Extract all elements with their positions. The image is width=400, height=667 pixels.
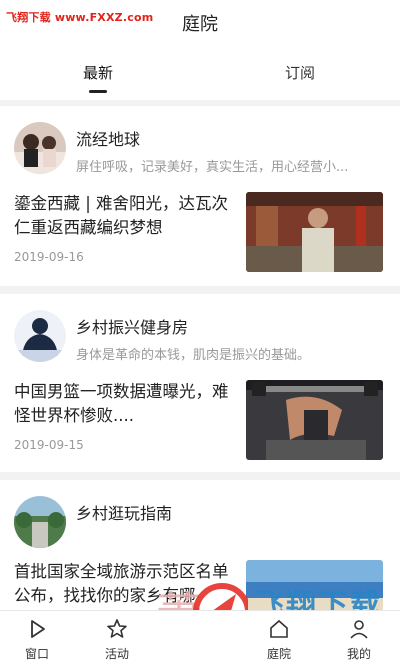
top-bar: 飞翔下载 www.FXXZ.com 庭院 xyxy=(0,0,400,44)
feed-card[interactable]: 流经地球 屏住呼吸，记录美好，真实生活，用心经营小... 鎏金西藏 | 难舍阳光… xyxy=(0,106,400,286)
article-headline[interactable]: 鎏金西藏 | 难舍阳光，达瓦次仁重返西藏编织梦想 xyxy=(14,192,236,240)
nav-label: 活动 xyxy=(104,647,129,661)
article-headline[interactable]: 中国男篮一项数据遭曝光，难怪世界杯惨败.... xyxy=(14,380,236,428)
nav-item-window[interactable]: 窗口 xyxy=(2,617,72,662)
author-name[interactable]: 流经地球 xyxy=(76,126,140,150)
page-title: 庭院 xyxy=(182,14,218,35)
author-bio: 屏住呼吸，记录美好，真实生活，用心经营小... xyxy=(76,160,349,175)
feed-tabs: 最新 订阅 xyxy=(0,44,400,100)
feed-card[interactable]: 乡村逛玩指南 首批国家全域旅游示范区名单公布，找找你的家乡有哪 xyxy=(0,480,400,610)
nav-item-activity[interactable]: 活动 xyxy=(82,617,152,662)
star-icon xyxy=(105,617,129,641)
tab-subscribed[interactable]: 订阅 xyxy=(240,62,360,83)
article-thumbnail[interactable] xyxy=(246,560,383,610)
play-icon xyxy=(25,617,49,641)
article-thumbnail[interactable] xyxy=(246,192,383,272)
active-tab-indicator xyxy=(89,90,107,93)
user-icon xyxy=(347,617,371,641)
author-avatar[interactable] xyxy=(14,122,66,174)
article-date: 2019-09-15 xyxy=(14,438,84,452)
author-avatar[interactable] xyxy=(14,496,66,548)
nav-label: 我的 xyxy=(346,647,371,661)
article-date: 2019-09-16 xyxy=(14,250,84,264)
nav-item-courtyard[interactable]: 庭院 xyxy=(244,617,314,662)
home-icon xyxy=(267,617,291,641)
feed-card[interactable]: 乡村振兴健身房 身体是革命的本钱，肌肉是振兴的基础。 中国男篮一项数据遭曝光，难… xyxy=(0,294,400,472)
author-name[interactable]: 乡村逛玩指南 xyxy=(76,500,172,524)
author-bio: 身体是革命的本钱，肌肉是振兴的基础。 xyxy=(76,348,311,363)
author-name[interactable]: 乡村振兴健身房 xyxy=(76,314,188,338)
author-avatar[interactable] xyxy=(14,310,66,362)
bottom-nav: 窗口 活动 庭院 我的 xyxy=(0,610,400,667)
article-thumbnail[interactable] xyxy=(246,380,383,460)
nav-label: 庭院 xyxy=(266,647,291,661)
tab-latest[interactable]: 最新 xyxy=(38,62,158,83)
nav-item-mine[interactable]: 我的 xyxy=(324,617,394,662)
article-headline[interactable]: 首批国家全域旅游示范区名单公布，找找你的家乡有哪 xyxy=(14,560,236,608)
nav-label: 窗口 xyxy=(24,647,49,661)
